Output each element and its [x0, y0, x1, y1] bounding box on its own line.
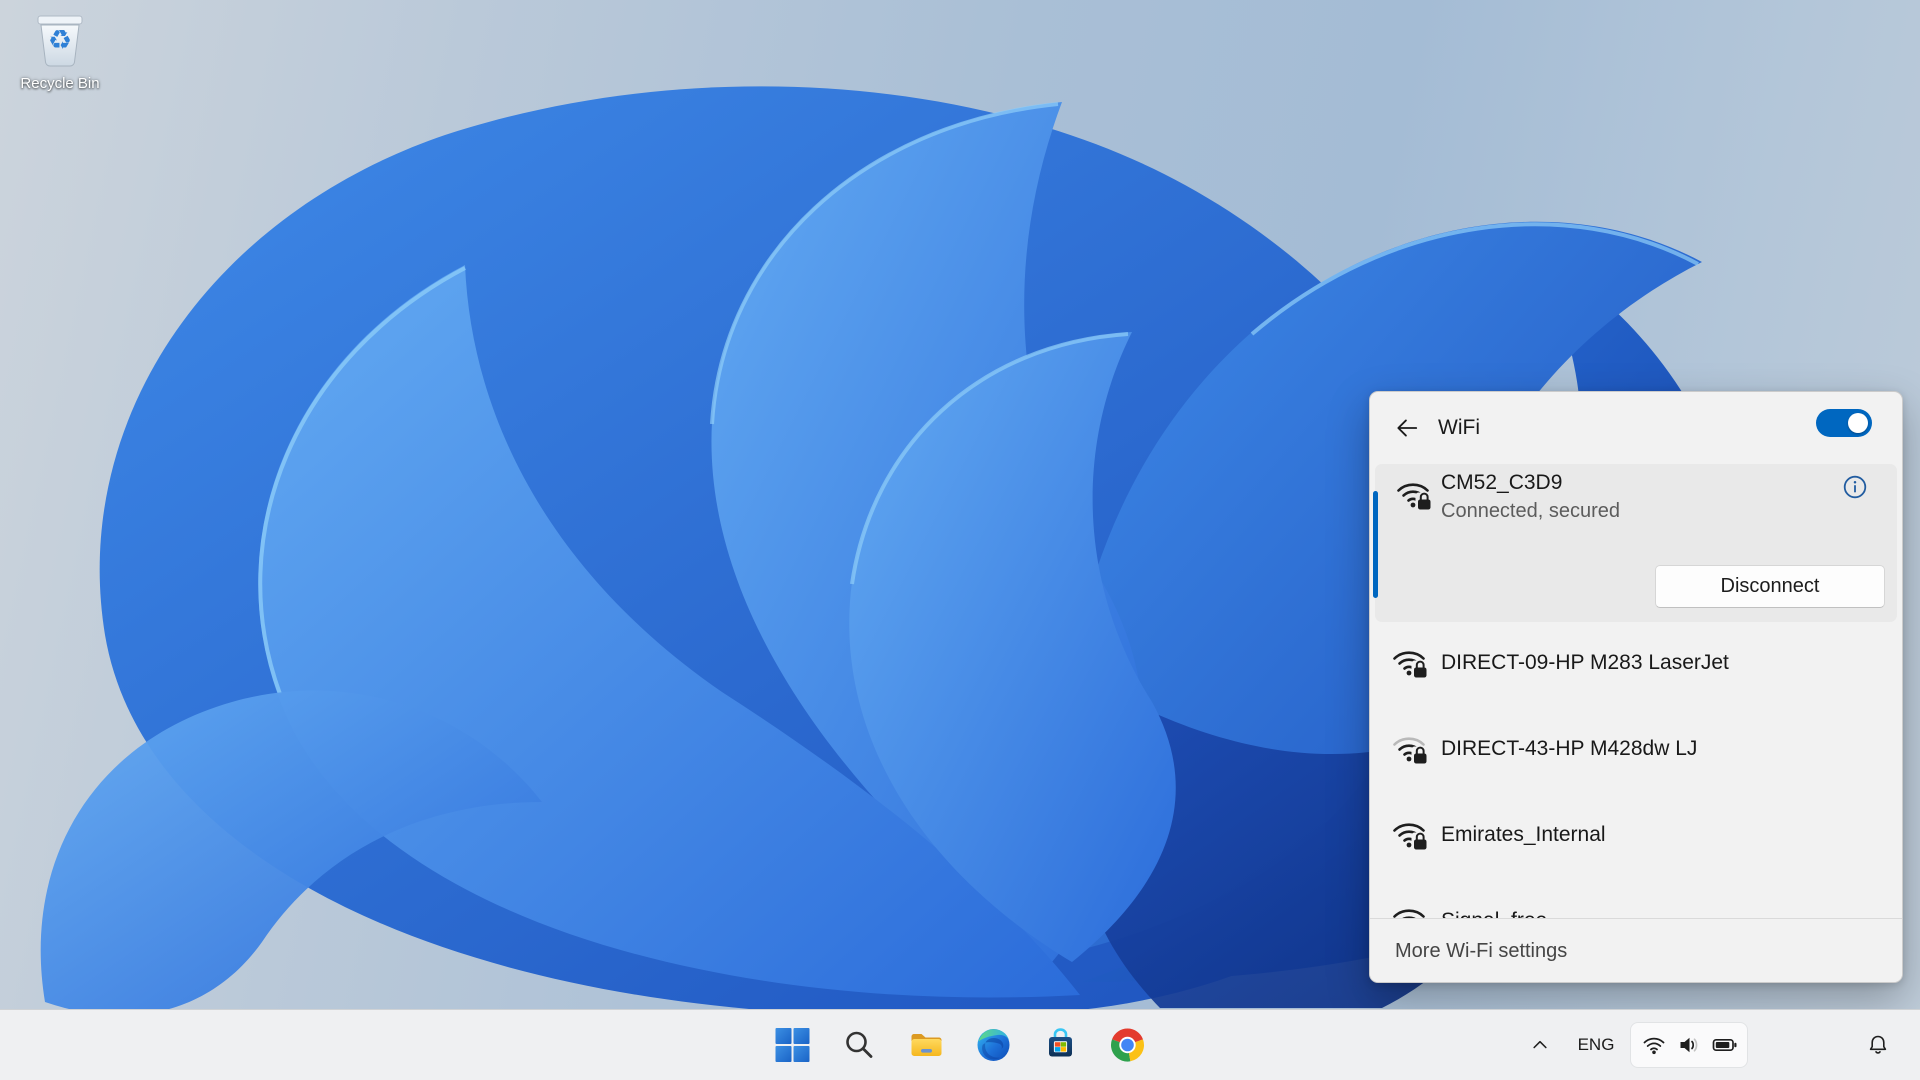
network-name: Emirates_Internal [1441, 792, 1606, 878]
desktop: ♻ Recycle Bin WiFi [0, 0, 1920, 1080]
back-arrow-icon [1394, 415, 1420, 441]
panel-title: WiFi [1438, 416, 1480, 440]
connected-network-name: CM52_C3D9 [1441, 471, 1562, 495]
volume-icon [1677, 1033, 1701, 1057]
connected-network-status: Connected, secured [1441, 500, 1620, 523]
chrome-button[interactable] [1108, 1025, 1148, 1065]
network-name: DIRECT-09-HP M283 LaserJet [1441, 620, 1729, 706]
network-name: DIRECT-43-HP M428dw LJ [1441, 706, 1697, 792]
microsoft-store-icon [1043, 1027, 1079, 1063]
wifi-toggle[interactable] [1816, 409, 1872, 437]
taskbar: ENG [0, 1009, 1920, 1080]
edge-button[interactable] [974, 1025, 1014, 1065]
more-wifi-settings-label: More Wi-Fi settings [1395, 940, 1567, 963]
bell-icon [1866, 1033, 1890, 1057]
chevron-up-icon [1530, 1035, 1550, 1055]
recycle-bin-shortcut[interactable]: ♻ Recycle Bin [12, 8, 108, 92]
microsoft-store-button[interactable] [1041, 1025, 1081, 1065]
hidden-icons-button[interactable] [1520, 1025, 1560, 1065]
wifi-icon [1642, 1033, 1666, 1057]
recycle-bin-icon: ♻ [25, 8, 95, 72]
file-explorer-button[interactable] [907, 1025, 947, 1065]
quick-settings-button[interactable] [1630, 1022, 1748, 1068]
chrome-icon [1110, 1027, 1146, 1063]
toggle-knob [1848, 413, 1868, 433]
search-icon [843, 1028, 877, 1062]
windows-start-icon [775, 1027, 811, 1063]
start-button[interactable] [773, 1025, 813, 1065]
recycle-bin-label: Recycle Bin [12, 75, 108, 92]
file-explorer-icon [909, 1027, 945, 1063]
wifi-panel-header: WiFi [1370, 392, 1902, 464]
search-button[interactable] [840, 1025, 880, 1065]
battery-icon [1712, 1033, 1737, 1057]
back-button[interactable] [1393, 414, 1421, 442]
disconnect-button[interactable]: Disconnect [1655, 565, 1885, 608]
edge-icon [976, 1027, 1012, 1063]
wifi-secured-icon [1395, 475, 1435, 515]
network-row-direct09[interactable]: DIRECT-09-HP M283 LaserJet [1370, 620, 1902, 706]
connected-network-card[interactable]: CM52_C3D9 Connected, secured Disconnect [1375, 464, 1897, 622]
selection-accent-bar [1373, 491, 1378, 598]
network-row-direct43[interactable]: DIRECT-43-HP M428dw LJ [1370, 706, 1902, 792]
wifi-secured-icon [1391, 643, 1431, 683]
wifi-secured-icon-medium [1391, 729, 1431, 769]
language-indicator[interactable]: ENG [1574, 1035, 1618, 1055]
recycle-arrows-icon: ♻ [48, 27, 72, 54]
network-info-button[interactable] [1841, 473, 1869, 501]
system-tray: ENG [1520, 1010, 1920, 1080]
more-wifi-settings-link[interactable]: More Wi-Fi settings [1370, 918, 1902, 983]
taskbar-app-icons [773, 1010, 1148, 1080]
network-row-emirates[interactable]: Emirates_Internal [1370, 792, 1902, 878]
wifi-flyout-panel: WiFi CM52_C3D9 Connected, secured [1369, 391, 1903, 983]
wifi-secured-icon [1391, 815, 1431, 855]
notifications-button[interactable] [1858, 1025, 1898, 1065]
